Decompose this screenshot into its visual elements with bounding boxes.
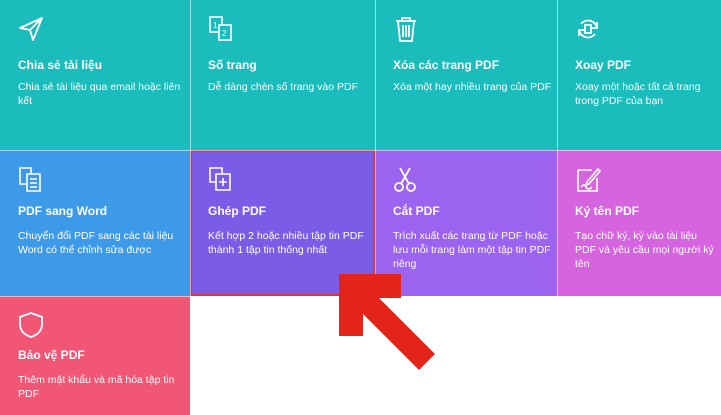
tool-description: Thêm mật khẩu và mã hóa tập tin PDF	[18, 374, 175, 400]
tool-description: Tạo chữ ký, ký vào tài liệu PDF và yêu c…	[575, 230, 714, 270]
tool-description: Dễ dàng chèn số trang vào PDF	[208, 81, 359, 93]
tool-title: Chia sẻ tài liệu	[18, 58, 103, 72]
tool-tile-split[interactable]: Cắt PDF Trích xuất các trang từ PDF hoặc…	[375, 150, 557, 296]
scissors-icon	[391, 164, 421, 194]
tool-title: Cắt PDF	[393, 204, 440, 218]
tool-title: Xóa các trang PDF	[393, 58, 500, 72]
trash-icon	[391, 14, 421, 44]
tool-description: Trích xuất các trang từ PDF hoặc lưu mỗi…	[393, 230, 551, 270]
merge-icon	[206, 164, 236, 194]
tool-title: Số trang	[208, 58, 257, 72]
tool-tile-share[interactable]: Chia sẻ tài liệu Chia sẻ tài liệu qua em…	[0, 0, 190, 150]
tool-title: Bảo vệ PDF	[18, 348, 85, 362]
tool-description: Xóa một hay nhiều trang của PDF	[393, 81, 552, 93]
pdf-to-word-icon	[16, 164, 46, 194]
tool-tile-rotate[interactable]: Xoay PDF Xoay một hoặc tất cả trang tron…	[557, 0, 721, 150]
tool-title: PDF sang Word	[18, 204, 108, 218]
grid-divider	[190, 0, 191, 296]
tool-title: Ký tên PDF	[575, 204, 640, 218]
tool-tile-delete-pages[interactable]: Xóa các trang PDF Xóa một hay nhiều tran…	[375, 0, 557, 150]
svg-text:2: 2	[222, 29, 227, 38]
grid-divider	[557, 0, 558, 296]
tool-tile-merge[interactable]: Ghép PDF Kết hợp 2 hoặc nhiều tập tin PD…	[190, 150, 375, 296]
tool-tile-protect[interactable]: Bảo vệ PDF Thêm mật khẩu và mã hóa tập t…	[0, 296, 190, 415]
tool-title: Ghép PDF	[208, 204, 267, 218]
tool-description: Chuyển đổi PDF sang các tài liệu Word có…	[18, 230, 174, 256]
shield-icon	[16, 310, 46, 340]
tool-description: Xoay một hoặc tất cả trang trong PDF của…	[575, 81, 701, 107]
signature-icon	[573, 164, 603, 194]
grid-divider	[0, 150, 721, 151]
tool-tile-sign[interactable]: Ký tên PDF Tạo chữ ký, ký vào tài liệu P…	[557, 150, 721, 296]
tool-tile-page-numbers[interactable]: 1 2 Số trang Dễ dàng chèn số trang vào P…	[190, 0, 375, 150]
paper-plane-icon	[16, 14, 46, 44]
tool-description: Kết hợp 2 hoặc nhiều tập tin PDF thành 1…	[208, 230, 364, 256]
rotate-icon	[573, 14, 603, 44]
grid-divider	[0, 296, 190, 297]
tool-grid: Chia sẻ tài liệu Chia sẻ tài liệu qua em…	[0, 0, 721, 415]
tool-description: Chia sẻ tài liệu qua email hoặc liên kết	[18, 81, 181, 107]
tool-tile-pdf-to-word[interactable]: PDF sang Word Chuyển đổi PDF sang các tà…	[0, 150, 190, 296]
grid-divider	[375, 0, 376, 296]
page-number-icon: 1 2	[206, 14, 236, 44]
tool-title: Xoay PDF	[575, 58, 632, 72]
svg-text:1: 1	[213, 21, 218, 30]
